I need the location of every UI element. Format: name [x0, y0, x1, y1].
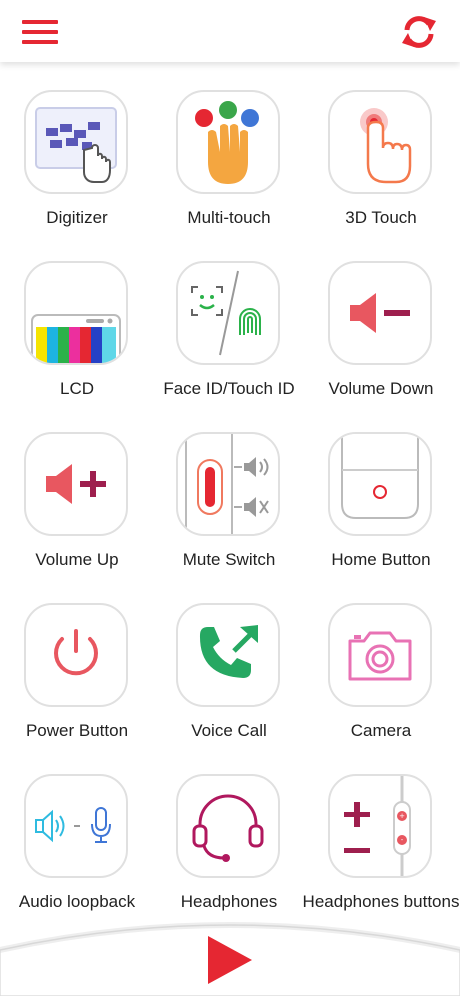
test-headphones[interactable]: Headphones: [153, 764, 305, 934]
multi-touch-icon: [195, 101, 259, 184]
volume-up-icon: [46, 464, 106, 504]
home-button-label: Home Button: [331, 550, 431, 569]
test-3d-touch[interactable]: 3D Touch: [305, 80, 457, 250]
multi-touch-label: Multi-touch: [187, 208, 271, 227]
mute-switch-label: Mute Switch: [182, 550, 276, 569]
headphones-buttons-label: Headphones buttons: [302, 892, 460, 911]
svg-text:+: +: [399, 812, 405, 820]
test-camera[interactable]: Camera: [305, 593, 457, 763]
mute-switch-icon: [185, 434, 269, 534]
face-id-touch-id-tile-frame: [176, 261, 280, 365]
lcd-icon: [31, 314, 121, 363]
digitizer-tile-frame: [24, 90, 128, 194]
hamburger-menu-icon[interactable]: [22, 20, 58, 44]
test-volume-up[interactable]: Volume Up: [1, 422, 153, 592]
test-audio-loopback[interactable]: Audio loopback: [1, 764, 153, 934]
lcd-label: LCD: [59, 379, 94, 398]
audio-loopback-icon: [35, 807, 111, 843]
home-button-tile-frame: [328, 432, 432, 536]
headphones-buttons-icon: + -: [344, 776, 411, 876]
test-face-id-touch-id[interactable]: Face ID/Touch ID: [153, 251, 305, 421]
voice-call-tile-frame: [176, 603, 280, 707]
volume-down-label: Volume Down: [328, 379, 434, 398]
volume-down-tile-frame: [328, 261, 432, 365]
home-button-icon: [341, 434, 419, 519]
camera-label: Camera: [350, 721, 412, 740]
audio-loopback-tile-frame: [24, 774, 128, 878]
headphones-label: Headphones: [180, 892, 278, 911]
face-id-touch-id-icon: [191, 270, 261, 356]
test-mute-switch[interactable]: Mute Switch: [153, 422, 305, 592]
test-voice-call[interactable]: Voice Call: [153, 593, 305, 763]
test-lcd[interactable]: LCD: [1, 251, 153, 421]
test-power-button[interactable]: Power Button: [1, 593, 153, 763]
test-digitizer[interactable]: Digitizer: [1, 80, 153, 250]
mute-switch-tile-frame: [176, 432, 280, 536]
lcd-tile-frame: [24, 261, 128, 365]
audio-loopback-label: Audio loopback: [18, 892, 136, 911]
play-icon[interactable]: [208, 936, 252, 984]
face-id-touch-id-label: Face ID/Touch ID: [163, 379, 295, 398]
multi-touch-tile-frame: [176, 90, 280, 194]
3d-touch-icon: [360, 108, 412, 184]
test-multi-touch[interactable]: Multi-touch: [153, 80, 305, 250]
volume-down-icon: [350, 293, 410, 333]
test-headphones-buttons[interactable]: + - Headphones buttons: [303, 764, 459, 934]
volume-up-label: Volume Up: [35, 550, 119, 569]
3d-touch-label: 3D Touch: [345, 208, 417, 227]
digitizer-icon: [35, 107, 117, 183]
3d-touch-tile-frame: [328, 90, 432, 194]
camera-icon: [348, 631, 412, 681]
headphones-tile-frame: [176, 774, 280, 878]
test-volume-down[interactable]: Volume Down: [305, 251, 457, 421]
headphones-icon: [192, 794, 264, 862]
power-button-label: Power Button: [25, 721, 129, 740]
power-button-icon: [54, 629, 98, 676]
headphones-buttons-tile-frame: + -: [328, 774, 432, 878]
digitizer-label: Digitizer: [46, 208, 108, 227]
power-button-tile-frame: [24, 603, 128, 707]
refresh-icon[interactable]: [400, 13, 438, 51]
voice-call-icon: [199, 625, 258, 678]
test-home-button[interactable]: Home Button: [305, 422, 457, 592]
camera-tile-frame: [328, 603, 432, 707]
voice-call-label: Voice Call: [191, 721, 267, 740]
app-header: [0, 0, 460, 62]
volume-up-tile-frame: [24, 432, 128, 536]
